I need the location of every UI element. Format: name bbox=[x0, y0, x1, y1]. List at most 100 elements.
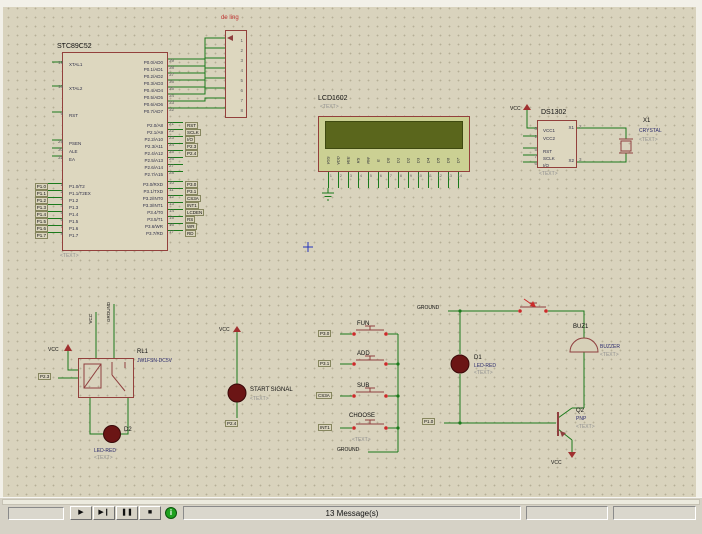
pin-row: P2.2/A1023 bbox=[104, 133, 166, 140]
ds1302-x1-pin: X1 bbox=[552, 125, 574, 130]
key-add-net-label[interactable]: P3.1 bbox=[318, 360, 331, 367]
q2-base-net-label[interactable]: P1.0 bbox=[422, 418, 435, 425]
lcd-pin: D6 bbox=[443, 150, 453, 170]
mcu-p3-pins: P3.0/RXD10P3.1/TXD11P3.2/INT012P3.3/INT1… bbox=[104, 178, 166, 234]
coordinate-panel bbox=[8, 507, 64, 520]
lcd-pin: D4 bbox=[423, 150, 433, 170]
lcd-pin: D0 bbox=[383, 150, 393, 170]
ds1302-value-text: <TEXT> bbox=[539, 171, 558, 177]
pin-number-row: 3 bbox=[227, 53, 243, 63]
junction-dots bbox=[396, 309, 461, 429]
sim-step-button[interactable]: ▶❙ bbox=[93, 506, 115, 520]
key-fun-net-label[interactable]: P3.0 bbox=[318, 330, 331, 337]
message-info-icon[interactable]: i bbox=[165, 507, 177, 519]
net-label-row: P1.4 bbox=[24, 208, 48, 215]
net-label-row: RD bbox=[185, 227, 219, 234]
pin-row: 5RST bbox=[540, 145, 564, 152]
buzzer-value: BUZZER bbox=[600, 344, 620, 350]
led-d1-text: <TEXT> bbox=[474, 370, 493, 376]
relay-p23-net-label[interactable]: P2.3 bbox=[38, 373, 51, 380]
pin-row: P2.4/A1225 bbox=[104, 147, 166, 154]
crystal-body bbox=[621, 141, 631, 151]
schematic-canvas[interactable]: STC89C52 <TEXT> 19XTAL118XTAL2 9RST 29PS… bbox=[0, 0, 702, 497]
key-choose-net-label[interactable]: INT1 bbox=[318, 424, 332, 431]
pin-number-row: 7 bbox=[227, 93, 243, 103]
crystal-ref: X1 bbox=[643, 118, 650, 124]
net-label-row: RS bbox=[185, 213, 219, 220]
key-fun-label: FUN bbox=[357, 321, 369, 327]
net-label-row: P1.5 bbox=[24, 215, 48, 222]
start-text: <TEXT> bbox=[250, 396, 269, 402]
ds1302-vcc-net: VCC bbox=[510, 106, 521, 112]
pin-number-row: 5 bbox=[227, 73, 243, 83]
start-vcc-net: VCC bbox=[219, 327, 230, 333]
key-add-label: ADD bbox=[357, 351, 370, 357]
pin-row: P0.2/AD237 bbox=[104, 70, 166, 77]
lcd-title: LCD1602 bbox=[318, 95, 348, 102]
pin-row: P0.5/AD534 bbox=[104, 91, 166, 98]
relay-top-left-net: VCC bbox=[87, 314, 95, 324]
pin-row: P2.1/A922 bbox=[104, 126, 166, 133]
vcc-arrow-start bbox=[233, 326, 241, 332]
led-d1-ref: D1 bbox=[474, 355, 482, 361]
start-label: START SIGNAL bbox=[250, 387, 293, 393]
start-p24-net-label[interactable]: P2.4 bbox=[225, 420, 238, 427]
pin-row: P0.0/AD039 bbox=[104, 56, 166, 63]
led-d2 bbox=[104, 426, 121, 443]
lcd-pin-numbers: 1234567891011121314 bbox=[323, 173, 463, 178]
buzzer-ref: BUZ1 bbox=[573, 324, 588, 330]
pin-number-row: 4 bbox=[227, 63, 243, 73]
pin-number-row: 8 bbox=[227, 103, 243, 113]
pin-row: P3.2/INT012 bbox=[104, 192, 166, 199]
pnp-emitter-arrow bbox=[560, 431, 566, 437]
net-label-row bbox=[185, 168, 219, 175]
net-label-row: P1.0 bbox=[24, 180, 48, 187]
lcd-pin: D2 bbox=[403, 150, 413, 170]
origin-marker bbox=[303, 242, 313, 252]
vcc-arrow-ds1302 bbox=[523, 104, 531, 110]
pin-row: P3.7/RD17 bbox=[104, 227, 166, 234]
mcu-p3-net-labels: P3.0P3.1CS3AINT1LCDENRSWRRD bbox=[185, 178, 219, 234]
header-title: de ling bbox=[221, 15, 239, 21]
lcd-pin: VEE bbox=[343, 150, 353, 170]
key-choose-label: CHOOSE bbox=[349, 413, 375, 419]
lcd-pin: RS bbox=[353, 150, 363, 170]
ds1302-x1-num: 2 bbox=[579, 124, 582, 129]
led-d2-text: <TEXT> bbox=[94, 455, 113, 461]
led-d2-ref: D2 bbox=[124, 427, 132, 433]
led-d2-value: LED-RED bbox=[94, 448, 116, 454]
contact-dots bbox=[352, 309, 548, 430]
pin-row: P3.0/RXD10 bbox=[104, 178, 166, 185]
leds[interactable] bbox=[104, 355, 470, 443]
relay-body[interactable] bbox=[78, 358, 134, 398]
net-label-row: P3.0 bbox=[185, 178, 219, 185]
net-label-row: INT1 bbox=[185, 199, 219, 206]
ds1302-title: DS1302 bbox=[541, 109, 566, 116]
pin-row: P2.3/A1124 bbox=[104, 140, 166, 147]
pin-row: P0.7/AD732 bbox=[104, 105, 166, 112]
crystal-text: <TEXT> bbox=[639, 137, 658, 143]
ground-right-net: GROUND bbox=[417, 305, 439, 311]
net-label-row: P2.4 bbox=[185, 147, 219, 154]
net-label-row: SCLK bbox=[185, 126, 219, 133]
sim-stop-button[interactable]: ■ bbox=[139, 506, 161, 520]
net-label-row: LCDEN bbox=[185, 206, 219, 213]
bottom-bar: ▶ ▶❙ ❚❚ ■ i 13 Message(s) bbox=[0, 497, 702, 534]
key-actuators bbox=[356, 326, 384, 424]
key-sub-net-label[interactable]: CS3A bbox=[316, 392, 332, 399]
pin-number-row: 6 bbox=[227, 83, 243, 93]
horizontal-scrollbar[interactable] bbox=[2, 499, 700, 505]
pin-number-row: 2 bbox=[227, 43, 243, 53]
sim-pause-button[interactable]: ❚❚ bbox=[116, 506, 138, 520]
key-sub-label: SUB bbox=[357, 383, 369, 389]
net-label-row: I/O bbox=[185, 133, 219, 140]
net-label-row bbox=[185, 154, 219, 161]
ds1302-x2-pin: X2 bbox=[552, 158, 574, 163]
mcu-p2-pins: P2.0/A821P2.1/A922P2.2/A1023P2.3/A1124P2… bbox=[104, 119, 166, 175]
pin-row: P0.3/AD336 bbox=[104, 77, 166, 84]
message-status-panel[interactable]: 13 Message(s) bbox=[183, 506, 521, 520]
sim-play-button[interactable]: ▶ bbox=[70, 506, 92, 520]
relay-value: JW1FSN-DC5V bbox=[137, 358, 172, 364]
relay-top-right-net: GROUND bbox=[105, 302, 113, 322]
keys-text: <TEXT> bbox=[352, 437, 371, 443]
